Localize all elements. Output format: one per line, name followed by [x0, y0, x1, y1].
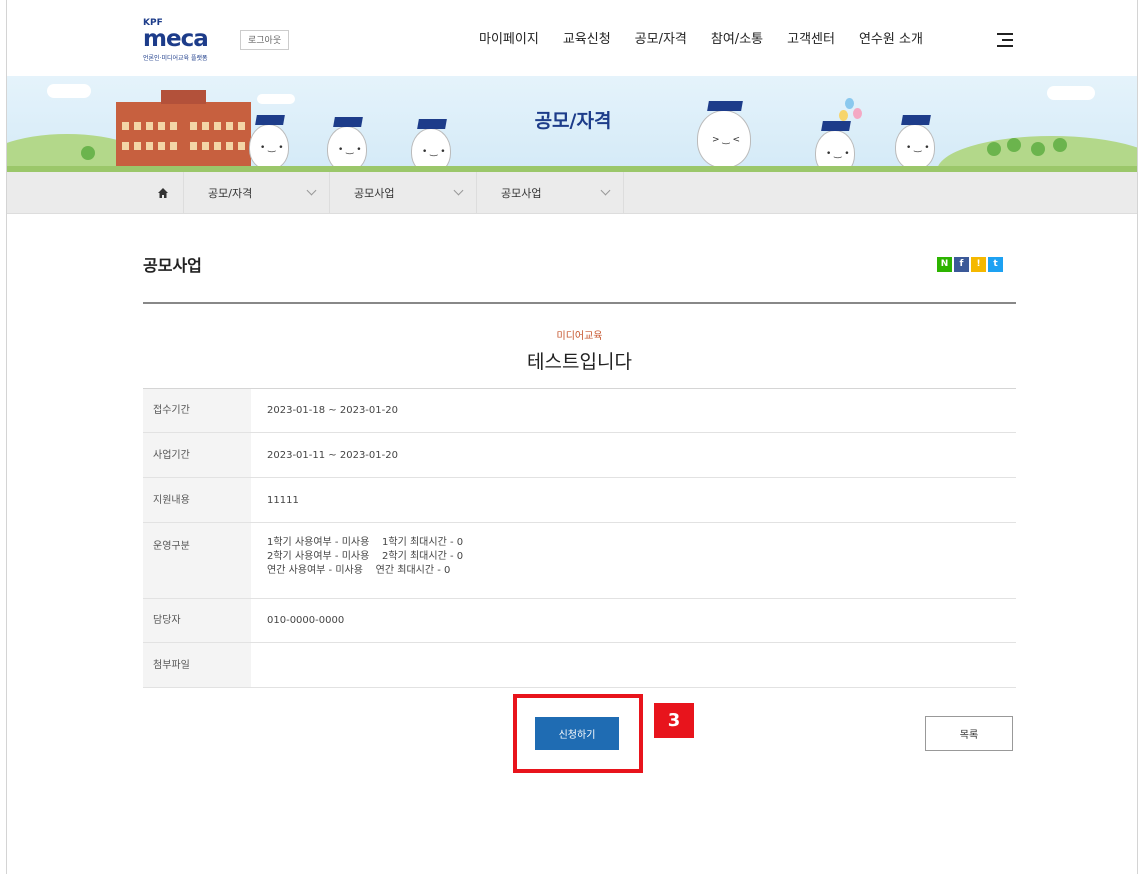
- nav-education-apply[interactable]: 교육신청: [563, 30, 611, 50]
- balloon-illustration: [853, 108, 862, 119]
- mascot-book-illustration: • ‿ •: [895, 115, 935, 170]
- kakaostory-share-icon[interactable]: !: [971, 257, 986, 272]
- info-row-support-content: 지원내용 11111: [143, 478, 1016, 523]
- twitter-share-icon[interactable]: t: [988, 257, 1003, 272]
- breadcrumb-label: 공모사업: [354, 187, 395, 200]
- info-value: 010-0000-0000: [267, 615, 345, 626]
- list-button[interactable]: 목록: [925, 716, 1013, 751]
- breadcrumb-label: 공모/자격: [208, 187, 253, 200]
- logo-subtitle: 언론인·미디어교육 플랫폼: [143, 55, 208, 62]
- banner-title: 공모/자격: [534, 110, 612, 132]
- breadcrumb-dropdown-level2[interactable]: 공모사업: [329, 172, 476, 214]
- info-label: 접수기간: [143, 389, 251, 432]
- post-category: 미디어교육: [556, 331, 603, 342]
- cloud-illustration: [257, 94, 295, 104]
- breadcrumb-dropdown-level1[interactable]: 공모/자격: [183, 172, 329, 214]
- nav-institute-intro[interactable]: 연수원 소개: [859, 30, 923, 50]
- info-row-contact: 담당자 010-0000-0000: [143, 599, 1016, 643]
- hamburger-menu-icon[interactable]: [997, 31, 1013, 47]
- breadcrumb: 공모/자격 공모사업 공모사업: [7, 172, 1137, 214]
- step-number-badge: 3: [654, 703, 694, 738]
- chevron-down-icon: [453, 185, 464, 196]
- site-header: KPF meca 언론인·미디어교육 플랫폼 로그아웃 마이페이지 교육신청 공…: [7, 0, 1137, 76]
- balloon-illustration: [839, 110, 848, 121]
- nav-customer-center[interactable]: 고객센터: [787, 30, 835, 50]
- breadcrumb-label: 공모사업: [501, 187, 542, 200]
- page-title: 공모사업: [143, 256, 202, 275]
- info-row-application-period: 접수기간 2023-01-18 ~ 2023-01-20: [143, 389, 1016, 433]
- naver-share-icon[interactable]: N: [937, 257, 952, 272]
- page-banner: • ‿ • • ‿ • • ‿ • 공모/자격 > ‿ < • ‿ • • ‿ …: [7, 76, 1137, 172]
- tree-illustration: [1007, 138, 1021, 152]
- info-value: 11111: [267, 495, 299, 506]
- post-info-table: 접수기간 2023-01-18 ~ 2023-01-20 사업기간 2023-0…: [143, 389, 1016, 688]
- info-value: 연간 사용여부 - 미사용 연간 최대시간 - 0: [267, 565, 451, 576]
- info-row-attachment: 첨부파일: [143, 643, 1016, 688]
- info-label: 운영구분: [143, 523, 251, 598]
- info-row-operation-type: 운영구분 1학기 사용여부 - 미사용 1학기 최대시간 - 0 2학기 사용여…: [143, 523, 1016, 599]
- nav-mypage[interactable]: 마이페이지: [479, 30, 539, 50]
- home-icon[interactable]: [143, 172, 183, 214]
- info-value: 2학기 사용여부 - 미사용 2학기 최대시간 - 0: [267, 551, 464, 562]
- info-label: 사업기간: [143, 433, 251, 477]
- tree-illustration: [1053, 138, 1067, 152]
- nav-participation[interactable]: 참여/소통: [711, 30, 763, 50]
- tree-illustration: [987, 142, 1001, 156]
- info-row-project-period: 사업기간 2023-01-11 ~ 2023-01-20: [143, 433, 1016, 478]
- balloon-illustration: [845, 98, 854, 109]
- logout-button[interactable]: 로그아웃: [240, 30, 290, 50]
- chevron-down-icon: [600, 185, 611, 196]
- step-highlight-box: [513, 694, 643, 773]
- cloud-illustration: [1047, 86, 1095, 100]
- tree-illustration: [1031, 142, 1045, 156]
- share-buttons: N f ! t: [937, 257, 1003, 272]
- cloud-illustration: [47, 84, 91, 98]
- info-value: 2023-01-11 ~ 2023-01-20: [267, 450, 398, 461]
- info-label: 지원내용: [143, 478, 251, 522]
- info-label: 담당자: [143, 599, 251, 642]
- tree-illustration: [81, 146, 95, 160]
- main-nav: 마이페이지 교육신청 공모/자격 참여/소통 고객센터 연수원 소개: [479, 30, 947, 50]
- info-value: 1학기 사용여부 - 미사용 1학기 최대시간 - 0: [267, 537, 464, 548]
- breadcrumb-dropdown-level3[interactable]: 공모사업: [476, 172, 623, 214]
- meca-logo[interactable]: KPF meca 언론인·미디어교육 플랫폼: [143, 18, 223, 62]
- divider: [143, 302, 1016, 304]
- nav-contest-qualification[interactable]: 공모/자격: [635, 30, 687, 50]
- logo-wordmark: meca: [143, 26, 209, 52]
- info-label: 첨부파일: [143, 643, 251, 687]
- post-title: 테스트입니다: [527, 351, 632, 373]
- facebook-share-icon[interactable]: f: [954, 257, 969, 272]
- browser-frame: KPF meca 언론인·미디어교육 플랫폼 로그아웃 마이페이지 교육신청 공…: [6, 0, 1138, 874]
- info-value: 2023-01-18 ~ 2023-01-20: [267, 405, 398, 416]
- chevron-down-icon: [306, 185, 317, 196]
- mascot-big-illustration: > ‿ <: [697, 101, 751, 168]
